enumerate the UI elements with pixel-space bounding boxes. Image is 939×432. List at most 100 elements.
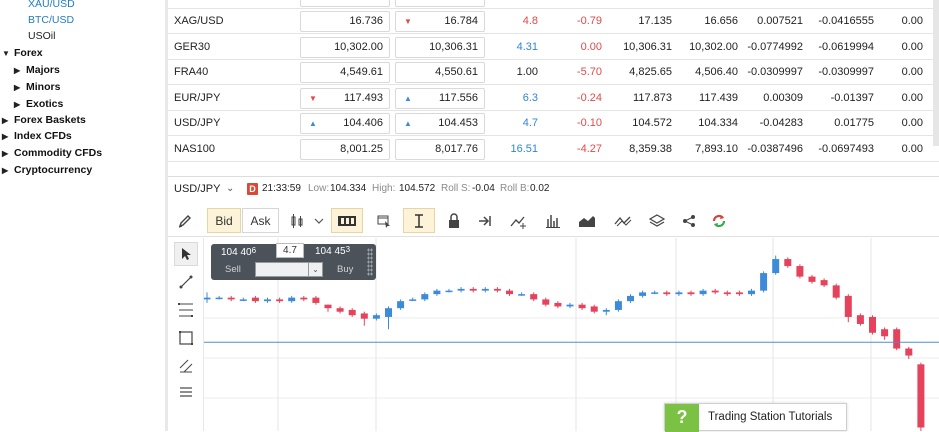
candle-body[interactable] (784, 259, 792, 267)
candle-body[interactable] (445, 290, 453, 293)
candle-body[interactable] (627, 295, 634, 302)
candle-body[interactable] (409, 299, 417, 301)
candle-body[interactable] (336, 308, 344, 312)
candle-body[interactable] (469, 288, 477, 291)
tree-item-usoil[interactable]: USOil (28, 28, 55, 44)
buy-price-box[interactable]: ▲ 104.453 (395, 113, 485, 134)
volume-bars-icon[interactable] (542, 208, 564, 233)
collapsed-triangle-icon[interactable]: ▶ (2, 146, 14, 162)
chevron-down-icon[interactable]: ⌄ (308, 263, 322, 276)
add-indicator-icon[interactable] (508, 208, 530, 233)
candle-body[interactable] (433, 290, 441, 295)
cursor-text-icon[interactable] (403, 208, 435, 233)
channel-tool-icon[interactable] (174, 354, 198, 378)
tree-item-xauusd[interactable]: XAU/USD (28, 0, 75, 12)
candlestick-type-icon[interactable] (286, 208, 308, 233)
candle-body[interactable] (675, 292, 683, 295)
candle-body[interactable] (917, 364, 925, 428)
collapsed-triangle-icon[interactable]: ▶ (14, 97, 26, 113)
candle-body[interactable] (748, 290, 755, 295)
tree-group-minors[interactable]: ▶ Minors (14, 79, 60, 95)
trend-icon[interactable] (612, 208, 634, 233)
table-row[interactable]: XAG/USD 16.736 ▼ 16.784 4.8 -0.79 17.135 16.656… (168, 9, 939, 34)
table-row[interactable]: EUR/JPY ▼ 117.493 ▲ 117.556 6.3 -0.24 117.873 11… (168, 86, 939, 111)
candle-body[interactable] (663, 292, 671, 295)
candle-body[interactable] (530, 294, 538, 300)
chart-symbol[interactable]: USD/JPY (174, 177, 220, 201)
candle-body[interactable] (360, 313, 368, 319)
buy-price[interactable]: 104 453 (315, 245, 350, 257)
horizontal-lines-tool-icon[interactable] (174, 380, 198, 404)
tree-group-forex[interactable]: ▼ Forex (2, 45, 43, 61)
candle-body[interactable] (614, 301, 622, 310)
candle-body[interactable] (796, 266, 804, 277)
tree-group-forex-baskets[interactable]: ▶ Forex Baskets (2, 112, 86, 128)
share-icon[interactable] (678, 208, 700, 233)
candle-body[interactable] (421, 294, 429, 300)
candle-body[interactable] (239, 299, 247, 301)
amount-selector[interactable]: ⌄ (255, 262, 323, 277)
collapsed-triangle-icon[interactable]: ▶ (14, 63, 26, 79)
candle-body[interactable] (227, 297, 235, 300)
candle-body[interactable] (288, 297, 296, 302)
lock-icon[interactable] (443, 208, 465, 233)
sell-price[interactable]: 104 406 (221, 246, 256, 258)
chevron-down-icon[interactable] (312, 208, 326, 233)
candle-body[interactable] (590, 306, 598, 312)
buy-price-box[interactable]: 10,306.31 (395, 36, 485, 58)
tree-item-btcusd[interactable]: BTC/USD (28, 12, 74, 28)
candle-body[interactable] (856, 315, 864, 324)
candle-body[interactable] (820, 280, 828, 286)
candle-body[interactable] (844, 295, 852, 317)
candle-body[interactable] (711, 290, 719, 293)
candle-body[interactable] (397, 301, 405, 309)
candle-body[interactable] (869, 316, 876, 333)
buy-price-box[interactable]: ▲ 117.556 (395, 87, 485, 109)
select-window-icon[interactable] (373, 208, 395, 233)
candle-body[interactable] (300, 297, 308, 300)
candle-body[interactable] (372, 315, 380, 319)
candle-body[interactable] (905, 348, 913, 356)
tutorials-button[interactable]: ? Trading Station Tutorials (664, 403, 847, 432)
table-row[interactable]: USD/JPY ▲ 104.406 ▲ 104.453 4.7 -0.10 104.572 10… (168, 111, 939, 136)
candle-body[interactable] (881, 329, 889, 337)
layout-icon[interactable] (331, 208, 363, 233)
candle-body[interactable] (554, 302, 562, 307)
sell-price-box[interactable]: 16.736 (300, 11, 390, 32)
buy-price-box[interactable] (395, 0, 485, 7)
candle-body[interactable] (312, 297, 320, 303)
candle-body[interactable] (808, 276, 816, 282)
tree-group-commodity-cfds[interactable]: ▶ Commodity CFDs (2, 145, 102, 161)
candle-body[interactable] (493, 288, 501, 291)
candle-body[interactable] (518, 294, 526, 296)
sell-price-box[interactable]: 10,302.00 (300, 36, 390, 58)
candle-body[interactable] (457, 288, 465, 291)
collapsed-triangle-icon[interactable]: ▶ (14, 80, 26, 96)
candle-body[interactable] (251, 297, 259, 302)
candle-body[interactable] (264, 299, 271, 302)
candle-body[interactable] (723, 292, 731, 295)
candle-body[interactable] (506, 290, 513, 295)
candle-body[interactable] (348, 309, 356, 316)
buy-price-box[interactable]: 8,017.76 (395, 138, 485, 160)
layers-icon[interactable] (646, 208, 668, 233)
candle-body[interactable] (385, 308, 392, 317)
collapsed-triangle-icon[interactable]: ▶ (2, 163, 14, 179)
jump-to-end-icon[interactable] (474, 208, 496, 233)
candle-body[interactable] (578, 304, 586, 309)
timeframe-badge[interactable]: D (247, 183, 258, 195)
sell-price-box[interactable]: 8,001.25 (300, 138, 390, 160)
drag-handle-icon[interactable] (367, 248, 373, 276)
candle-body[interactable] (687, 292, 695, 295)
candle-body[interactable] (760, 273, 768, 291)
candle-body[interactable] (602, 309, 610, 312)
sell-price-box[interactable]: 4,549.61 (300, 62, 390, 83)
refresh-icon[interactable] (708, 208, 730, 233)
sell-button[interactable]: Sell (225, 264, 241, 275)
candle-body[interactable] (204, 297, 211, 300)
fibonacci-tool-icon[interactable] (174, 298, 198, 322)
candle-body[interactable] (481, 288, 489, 291)
chevron-down-icon[interactable]: ⌄ (226, 177, 234, 201)
candle-body[interactable] (324, 304, 332, 309)
candle-body[interactable] (735, 292, 743, 295)
